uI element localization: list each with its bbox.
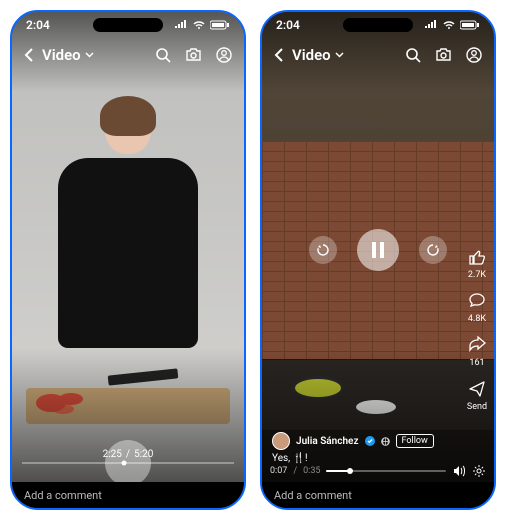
author-row: Julia Sánchez Follow (272, 432, 454, 450)
follow-button[interactable]: Follow (396, 434, 434, 448)
wifi-icon (192, 20, 206, 30)
clock: 2:04 (276, 18, 300, 32)
progress-knob[interactable] (347, 468, 353, 474)
caption: Yes, 🍴! (272, 453, 308, 464)
back-icon[interactable] (24, 48, 34, 62)
chevron-down-icon (85, 52, 94, 58)
wifi-icon (442, 20, 456, 30)
share-button[interactable]: 161 (466, 334, 488, 368)
clock: 2:04 (26, 18, 50, 32)
nav-title[interactable]: Video (292, 46, 397, 64)
search-icon[interactable] (155, 47, 171, 63)
rewind-button[interactable] (309, 236, 337, 264)
progress-row: 0:07 / 0:35 (270, 464, 486, 478)
send-label: Send (467, 402, 487, 412)
comment-button[interactable]: 4.8K (466, 290, 488, 324)
comment-bar[interactable]: Add a comment (12, 482, 244, 508)
thumbs-up-icon (466, 246, 488, 268)
chevron-down-icon (335, 52, 344, 58)
share-count: 161 (469, 358, 484, 368)
settings-icon[interactable] (472, 464, 486, 478)
avatar[interactable] (272, 432, 290, 450)
top-nav: Video (12, 38, 244, 72)
time-total: 0:35 (303, 466, 320, 476)
notch (93, 18, 163, 32)
comment-placeholder: Add a comment (24, 489, 102, 502)
comment-count: 4.8K (468, 314, 486, 324)
pause-button[interactable] (357, 229, 399, 271)
top-nav: Video (262, 38, 494, 72)
camera-icon[interactable] (185, 48, 202, 62)
notch (343, 18, 413, 32)
globe-icon (381, 437, 390, 446)
battery-icon (460, 20, 480, 30)
volume-icon[interactable] (452, 464, 466, 478)
comment-placeholder: Add a comment (274, 489, 352, 502)
send-button[interactable]: Send (466, 378, 488, 412)
action-rail: 2.7K 4.8K 161 Send (466, 246, 488, 412)
scrub-knob[interactable] (105, 440, 151, 486)
nav-title-text: Video (292, 46, 331, 64)
phone-frame-right: 2:04 Video 2.7K (260, 10, 496, 510)
playback-controls (309, 229, 447, 271)
like-button[interactable]: 2.7K (466, 246, 488, 280)
time-separator: / (293, 466, 297, 476)
verified-badge-icon (365, 436, 375, 446)
back-icon[interactable] (274, 48, 284, 62)
forward-button[interactable] (419, 236, 447, 264)
figure-chef (53, 102, 203, 362)
progress-track[interactable] (326, 470, 446, 472)
profile-icon[interactable] (466, 47, 482, 63)
time-elapsed: 0:07 (270, 466, 287, 476)
battery-icon (210, 20, 230, 30)
nav-title-text: Video (42, 46, 81, 64)
profile-icon[interactable] (216, 47, 232, 63)
like-count: 2.7K (468, 270, 486, 280)
nav-title[interactable]: Video (42, 46, 147, 64)
send-icon (466, 378, 488, 400)
comment-bar[interactable]: Add a comment (262, 482, 494, 508)
phone-frame-left: 2:04 Video 2:25 / 5:20 Add a comment (10, 10, 246, 510)
author-name[interactable]: Julia Sánchez (296, 436, 359, 447)
signal-icon (174, 20, 188, 30)
search-icon[interactable] (405, 47, 421, 63)
camera-icon[interactable] (435, 48, 452, 62)
signal-icon (424, 20, 438, 30)
comment-icon (466, 290, 488, 312)
share-icon (466, 334, 488, 356)
